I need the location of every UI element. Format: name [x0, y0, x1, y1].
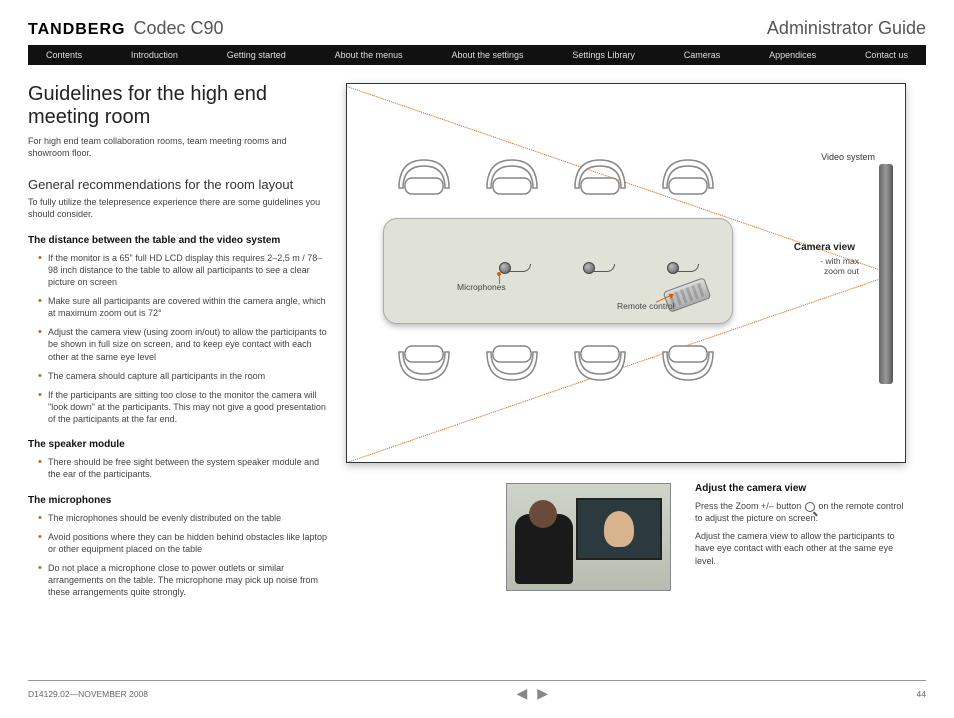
list-item: Do not place a microphone close to power…: [38, 562, 328, 598]
adjust-heading: Adjust the camera view: [695, 483, 906, 494]
adjust-p2: Adjust the camera view to allow the part…: [695, 530, 906, 566]
chair-icon: [393, 148, 455, 196]
page-subtitle: For high end team collaboration rooms, t…: [28, 135, 328, 159]
chair-icon: [481, 344, 543, 392]
nav-appendices[interactable]: Appendices: [769, 50, 816, 60]
zoom-icon: [805, 502, 815, 512]
chair-icon: [569, 344, 631, 392]
list-item: Make sure all participants are covered w…: [38, 295, 328, 319]
nav-introduction[interactable]: Introduction: [131, 50, 178, 60]
adjust-p1a: Press the Zoom +/– button: [695, 501, 804, 511]
list-item: The camera should capture all participan…: [38, 370, 328, 382]
nav-contact[interactable]: Contact us: [865, 50, 908, 60]
adjust-p1: Press the Zoom +/– button on the remote …: [695, 500, 906, 524]
chair-icon: [481, 148, 543, 196]
nav-about-settings[interactable]: About the settings: [451, 50, 523, 60]
nav-cameras[interactable]: Cameras: [684, 50, 721, 60]
chair-icon: [569, 148, 631, 196]
microphones-list: The microphones should be evenly distrib…: [28, 512, 328, 599]
prev-page-button[interactable]: ◀: [516, 685, 527, 702]
list-item: If the participants are sitting too clos…: [38, 389, 328, 425]
page-header: TANDBERG Codec C90 Administrator Guide: [28, 18, 926, 39]
brand: TANDBERG Codec C90: [28, 18, 224, 39]
photo-illustration: [506, 483, 671, 591]
doc-id: D14129.02—NOVEMBER 2008: [28, 689, 148, 699]
adjust-block: Adjust the camera view Press the Zoom +/…: [695, 483, 906, 591]
video-system-icon: [879, 164, 893, 384]
nav-about-menus[interactable]: About the menus: [335, 50, 403, 60]
chair-icon: [657, 148, 719, 196]
camera-view-sub: - with max zoom out: [799, 256, 859, 276]
list-item: Avoid positions where they can be hidden…: [38, 531, 328, 555]
right-column: Video system Camera view - with max zoom…: [346, 83, 926, 605]
distance-list: If the monitor is a 65" full HD LCD disp…: [28, 252, 328, 426]
admin-guide-title: Administrator Guide: [767, 18, 926, 39]
page-footer: D14129.02—NOVEMBER 2008 ◀ ▶ 44: [28, 680, 926, 702]
chair-icon: [393, 344, 455, 392]
nav-contents[interactable]: Contents: [46, 50, 82, 60]
list-item: Adjust the camera view (using zoom in/ou…: [38, 326, 328, 362]
video-system-label: Video system: [821, 152, 875, 162]
navbar: Contents Introduction Getting started Ab…: [28, 45, 926, 65]
brand-logo: TANDBERG: [28, 21, 125, 39]
recommendations-sub: To fully utilize the telepresence experi…: [28, 196, 328, 220]
chair-icon: [657, 344, 719, 392]
page-number: 44: [917, 689, 926, 699]
nav-settings-library[interactable]: Settings Library: [572, 50, 635, 60]
camera-view-label: Camera view: [794, 242, 855, 253]
list-item: The microphones should be evenly distrib…: [38, 512, 328, 524]
nav-getting-started[interactable]: Getting started: [227, 50, 286, 60]
pager: ◀ ▶: [516, 685, 548, 702]
product-name: Codec C90: [133, 18, 223, 39]
list-item: If the monitor is a 65" full HD LCD disp…: [38, 252, 328, 288]
microphones-label: Microphones: [457, 282, 506, 292]
remote-label: Remote control: [617, 302, 675, 311]
speaker-heading: The speaker module: [28, 439, 328, 450]
distance-heading: The distance between the table and the v…: [28, 235, 328, 246]
recommendations-heading: General recommendations for the room lay…: [28, 177, 328, 192]
room-diagram: Video system Camera view - with max zoom…: [346, 83, 906, 463]
left-column: Guidelines for the high end meeting room…: [28, 83, 328, 605]
next-page-button[interactable]: ▶: [537, 685, 548, 702]
list-item: There should be free sight between the s…: [38, 456, 328, 480]
microphones-heading: The microphones: [28, 495, 328, 506]
page-title: Guidelines for the high end meeting room: [28, 83, 328, 129]
speaker-list: There should be free sight between the s…: [28, 456, 328, 480]
